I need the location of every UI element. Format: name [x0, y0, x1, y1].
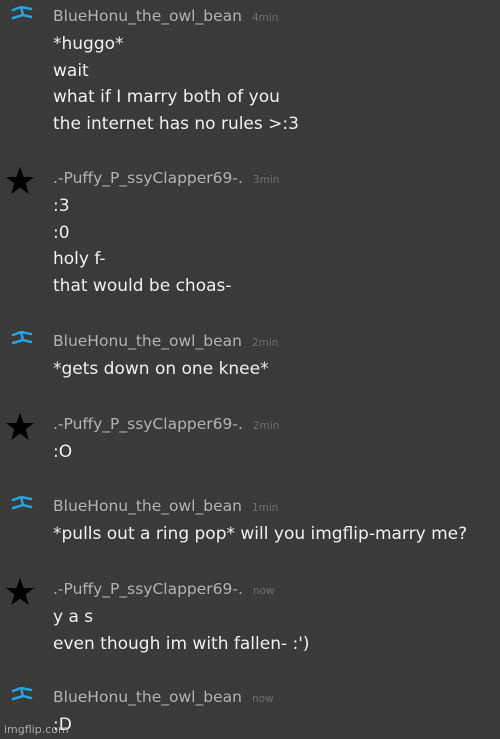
- timestamp: now: [252, 585, 275, 597]
- timestamp: 3min: [252, 174, 280, 186]
- blue-flag-icon[interactable]: [9, 685, 35, 705]
- username[interactable]: BlueHonu_the_owl_bean: [53, 497, 242, 515]
- timestamp: now: [251, 693, 274, 705]
- message-line: even though im with fallen- :'): [53, 633, 310, 654]
- message-line: what if I marry both of you: [53, 87, 280, 107]
- message-line: :0: [53, 222, 70, 243]
- message-line: *pulls out a ring pop* will you imgflip-…: [53, 524, 468, 544]
- message-line: holy f-: [53, 249, 106, 269]
- username[interactable]: .-Puffy_P_ssyClapper69-.: [53, 580, 243, 598]
- message-line: y a s: [53, 607, 94, 627]
- message-line: *gets down on one knee*: [53, 359, 269, 379]
- timestamp: 2min: [252, 420, 280, 432]
- imgflip-watermark: imgflip.com: [4, 723, 69, 736]
- username[interactable]: BlueHonu_the_owl_bean: [53, 688, 242, 706]
- message-line: the internet has no rules >:3: [53, 113, 299, 134]
- message-line: *huggo*: [53, 34, 124, 54]
- timestamp: 4min: [251, 12, 279, 24]
- blue-flag-icon[interactable]: [9, 4, 35, 24]
- timestamp: 2min: [251, 337, 279, 349]
- timestamp: 1min: [251, 502, 279, 514]
- username[interactable]: BlueHonu_the_owl_bean: [53, 7, 242, 25]
- message-line: wait: [53, 60, 89, 81]
- star-icon[interactable]: [5, 412, 35, 442]
- username[interactable]: .-Puffy_P_ssyClapper69-.: [53, 169, 243, 187]
- star-icon[interactable]: [5, 577, 35, 607]
- chat-log: BlueHonu_the_owl_bean 4min *huggo* wait w…: [0, 0, 500, 739]
- star-icon[interactable]: [5, 166, 35, 196]
- blue-flag-icon[interactable]: [9, 329, 35, 349]
- message-line: :3: [53, 196, 70, 216]
- message-line: that would be choas-: [53, 275, 232, 296]
- username[interactable]: .-Puffy_P_ssyClapper69-.: [53, 415, 243, 433]
- username[interactable]: BlueHonu_the_owl_bean: [53, 332, 242, 350]
- blue-flag-icon[interactable]: [9, 494, 35, 514]
- message-line: :O: [53, 442, 73, 462]
